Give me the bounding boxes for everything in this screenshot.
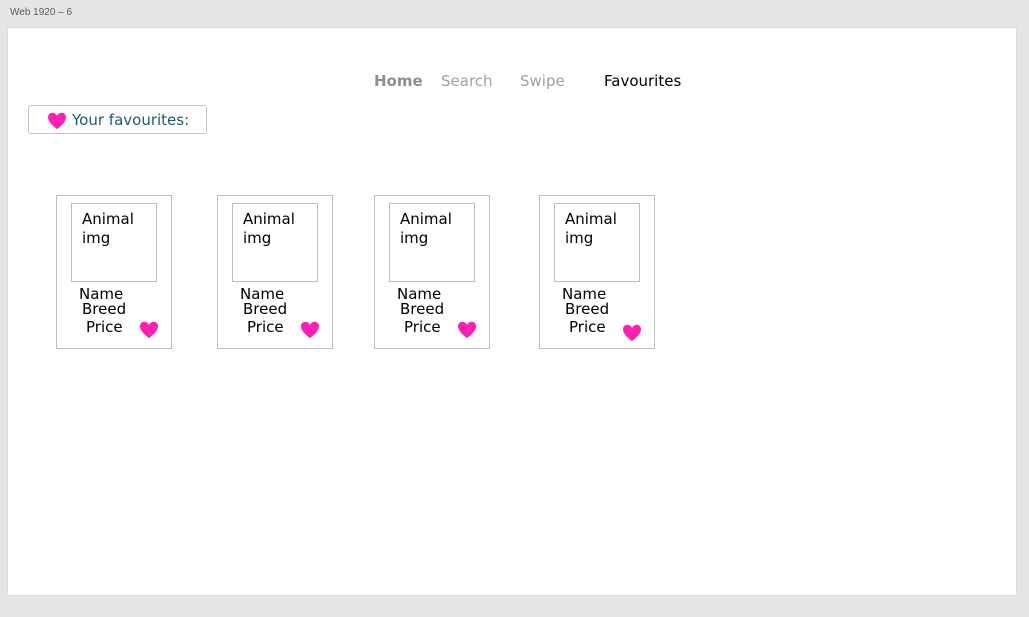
nav-search[interactable]: Search	[441, 72, 493, 90]
card-price: Price	[86, 318, 123, 336]
heart-icon[interactable]	[139, 321, 159, 339]
favourite-card[interactable]: Animal img Name Breed Price	[374, 195, 490, 349]
animal-image-label: Animal img	[82, 210, 134, 247]
nav-favourites[interactable]: Favourites	[604, 72, 681, 90]
animal-image-label: Animal img	[400, 210, 452, 247]
frame-label: Web 1920 – 6	[10, 7, 73, 18]
card-price: Price	[404, 318, 441, 336]
nav-swipe[interactable]: Swipe	[520, 72, 565, 90]
card-breed: Breed	[565, 300, 610, 318]
favourites-title: Your favourites:	[72, 111, 190, 129]
heart-icon[interactable]	[300, 321, 320, 339]
card-price: Price	[569, 318, 606, 336]
heart-icon[interactable]	[622, 324, 642, 342]
favourite-card[interactable]: Animal img Name Breed Price	[217, 195, 333, 349]
card-breed: Breed	[82, 300, 127, 318]
heart-icon	[47, 112, 67, 130]
card-price: Price	[247, 318, 284, 336]
animal-image-label: Animal img	[565, 210, 617, 247]
favourite-card[interactable]: Animal img Name Breed Price	[56, 195, 172, 349]
animal-image-label: Animal img	[243, 210, 295, 247]
top-navigation: Home Search Swipe Favourites	[8, 72, 1016, 92]
card-breed: Breed	[243, 300, 288, 318]
artboard: Home Search Swipe Favourites Your favour…	[8, 28, 1016, 595]
nav-home[interactable]: Home	[374, 72, 423, 90]
heart-icon[interactable]	[457, 321, 477, 339]
favourites-header: Your favourites:	[28, 105, 207, 134]
favourite-card[interactable]: Animal img Name Breed Price	[539, 195, 655, 349]
card-breed: Breed	[400, 300, 445, 318]
